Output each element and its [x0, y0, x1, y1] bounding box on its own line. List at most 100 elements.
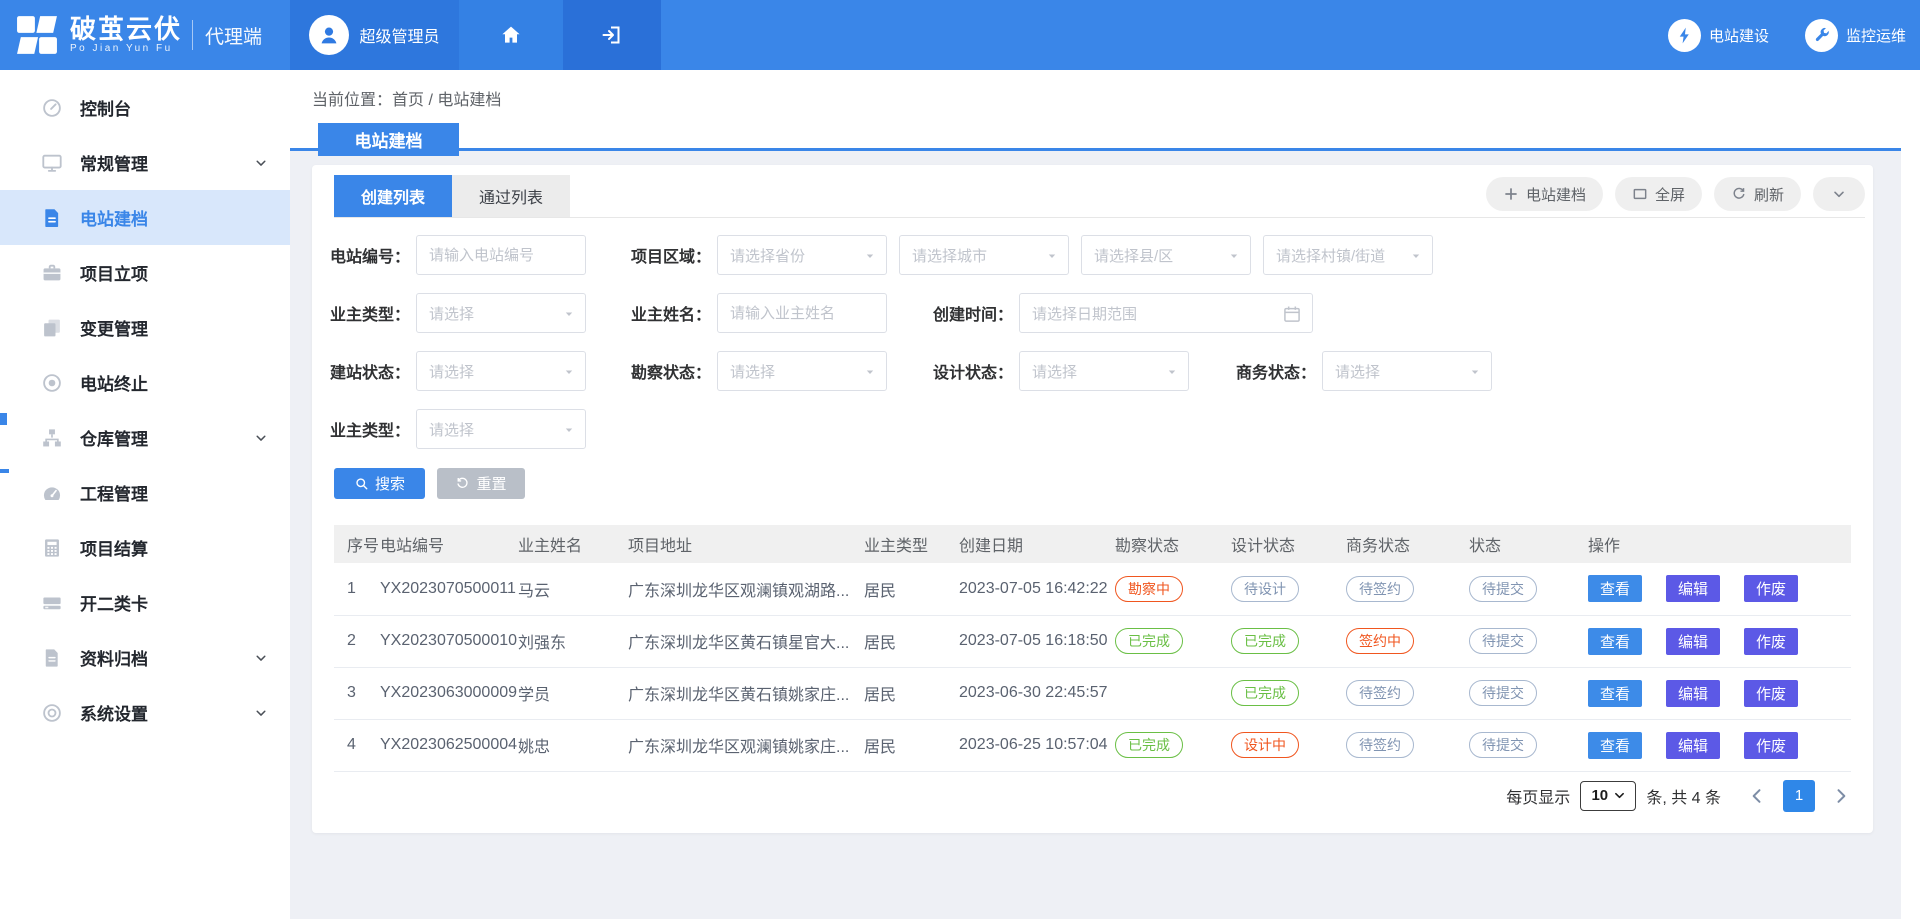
county-select[interactable]: 请选择县/区 [1081, 235, 1251, 275]
sidebar-item-stop-circle[interactable]: 电站终止 [0, 355, 290, 410]
survey-status-select[interactable]: 请选择 [717, 351, 887, 391]
tab-create-list[interactable]: 创建列表 [334, 175, 452, 217]
col-created: 创建日期 [959, 525, 1115, 563]
owner-type-select-2[interactable]: 请选择 [416, 409, 586, 449]
next-page-button[interactable] [1831, 786, 1851, 806]
owner-type-select[interactable]: 请选择 [416, 293, 586, 333]
view-button[interactable]: 查看 [1588, 575, 1642, 602]
cell-station-code: YX2023070500010 [380, 615, 518, 667]
void-button[interactable]: 作废 [1744, 628, 1798, 655]
prev-page-button[interactable] [1747, 786, 1767, 806]
col-business-status: 商务状态 [1346, 525, 1469, 563]
per-page-select[interactable]: 10 [1580, 781, 1636, 811]
add-station-button[interactable]: 电站建档 [1486, 177, 1603, 211]
sidebar-item-calculator[interactable]: 项目结算 [0, 520, 290, 575]
sidebar-item-archive[interactable]: 资料归档 [0, 630, 290, 685]
sidebar-item-dashboard[interactable]: 控制台 [0, 80, 290, 135]
wrench-icon [1812, 26, 1831, 45]
fullscreen-button[interactable]: 全屏 [1615, 177, 1702, 211]
sidebar-item-label: 仓库管理 [80, 425, 148, 450]
station-no-input[interactable] [416, 235, 586, 275]
home-button[interactable] [459, 0, 563, 70]
nav-station-build[interactable]: 电站建设 [1668, 19, 1769, 52]
tab-passed-list[interactable]: 通过列表 [452, 175, 570, 217]
view-button[interactable]: 查看 [1588, 680, 1642, 707]
design-status-select[interactable]: 请选择 [1019, 351, 1189, 391]
cell-station-code: YX2023062500004 [380, 719, 518, 771]
lightning-icon [1675, 26, 1694, 45]
date-range-input[interactable]: 请选择日期范围 [1019, 293, 1313, 333]
col-owner-type: 业主类型 [864, 525, 959, 563]
search-button[interactable]: 搜索 [334, 468, 425, 499]
reset-button[interactable]: 重置 [437, 468, 525, 499]
view-button[interactable]: 查看 [1588, 628, 1642, 655]
portal-label: 代理端 [205, 22, 262, 49]
col-actions: 操作 [1588, 525, 1851, 563]
city-select[interactable]: 请选择城市 [899, 235, 1069, 275]
owner-name-input[interactable] [717, 293, 887, 333]
view-button[interactable]: 查看 [1588, 732, 1642, 759]
void-button[interactable]: 作废 [1744, 732, 1798, 759]
filter-design-status: 设计状态： 请选择 [929, 351, 1189, 391]
panel-toolbar: 电站建档 全屏 刷新 [1486, 177, 1865, 211]
town-select[interactable]: 请选择村镇/街道 [1263, 235, 1433, 275]
station-table: 序号 电站编号 业主姓名 项目地址 业主类型 创建日期 勘察状态 设计状态 商务… [334, 525, 1851, 772]
filter-row: 电站编号： 项目区域： 请选择省份 请选择城市 请选择县/区 [312, 235, 1851, 275]
user-menu[interactable]: 超级管理员 [290, 0, 459, 70]
cell-survey-status: 已完成 [1115, 719, 1231, 771]
sidebar-item-document[interactable]: 电站建档 [0, 190, 290, 245]
province-select[interactable]: 请选择省份 [717, 235, 887, 275]
sidebar-item-label: 控制台 [80, 95, 131, 120]
sidebar-item-gauge[interactable]: 工程管理 [0, 465, 290, 520]
settings-icon [40, 701, 64, 725]
edit-button[interactable]: 编辑 [1666, 680, 1720, 707]
reset-icon [455, 476, 470, 491]
window-scrollbar[interactable] [1901, 70, 1920, 919]
status-badge: 签约中 [1346, 628, 1414, 654]
cell-address: 广东深圳龙华区黄石镇星官大... [628, 615, 864, 667]
cell-status: 待提交 [1469, 719, 1588, 771]
build-status-select[interactable]: 请选择 [416, 351, 586, 391]
cell-actions: 查看编辑作废 [1588, 563, 1851, 615]
card-icon [40, 591, 64, 615]
collapse-toolbar-button[interactable] [1813, 177, 1865, 211]
logout-button[interactable] [563, 0, 661, 70]
archive-icon [40, 646, 64, 670]
cell-actions: 查看编辑作废 [1588, 719, 1851, 771]
sidebar-item-card[interactable]: 开二类卡 [0, 575, 290, 630]
sidebar-item-copy[interactable]: 变更管理 [0, 300, 290, 355]
edit-button[interactable]: 编辑 [1666, 575, 1720, 602]
cell-design-status: 待设计 [1231, 563, 1346, 615]
edit-button[interactable]: 编辑 [1666, 628, 1720, 655]
page-tab[interactable]: 电站建档 [318, 123, 459, 156]
sidebar-item-monitor[interactable]: 常规管理 [0, 135, 290, 190]
status-badge: 已完成 [1231, 680, 1299, 706]
table-row: 2 YX2023070500010 刘强东 广东深圳龙华区黄石镇星官大... 居… [334, 615, 1851, 667]
filter-business-status: 商务状态： 请选择 [1232, 351, 1492, 391]
breadcrumb-bar: 当前位置：首页 / 电站建档 电站建档 [290, 70, 1901, 151]
user-icon [317, 23, 341, 47]
void-button[interactable]: 作废 [1744, 680, 1798, 707]
cell-created: 2023-07-05 16:42:22 [959, 563, 1115, 615]
sidebar-item-settings[interactable]: 系统设置 [0, 685, 290, 740]
cell-address: 广东深圳龙华区观澜镇观湖路... [628, 563, 864, 615]
col-status: 状态 [1469, 525, 1588, 563]
sidebar-item-sitemap[interactable]: 仓库管理 [0, 410, 290, 465]
refresh-button[interactable]: 刷新 [1714, 177, 1801, 211]
business-status-select[interactable]: 请选择 [1322, 351, 1492, 391]
chevron-down-icon [254, 156, 268, 170]
top-header: 破茧云伏 Po Jian Yun Fu 代理端 超级管理员 [0, 0, 1920, 70]
cell-survey-status: 勘察中 [1115, 563, 1231, 615]
cell-survey-status [1115, 667, 1231, 719]
total-count-label: 条, 共 4 条 [1646, 784, 1721, 808]
cell-owner-type: 居民 [864, 667, 959, 719]
sidebar-item-label: 系统设置 [80, 700, 148, 725]
void-button[interactable]: 作废 [1744, 575, 1798, 602]
sidebar-item-briefcase[interactable]: 项目立项 [0, 245, 290, 300]
filter-region: 项目区域： 请选择省份 请选择城市 请选择县/区 请选择村镇/街道 [627, 235, 1433, 275]
nav-monitor-ops[interactable]: 监控运维 [1805, 19, 1906, 52]
caret-down-icon [1614, 790, 1625, 801]
edit-button[interactable]: 编辑 [1666, 732, 1720, 759]
page-number-1[interactable]: 1 [1783, 780, 1815, 812]
cell-station-code: YX2023070500011 [380, 563, 518, 615]
